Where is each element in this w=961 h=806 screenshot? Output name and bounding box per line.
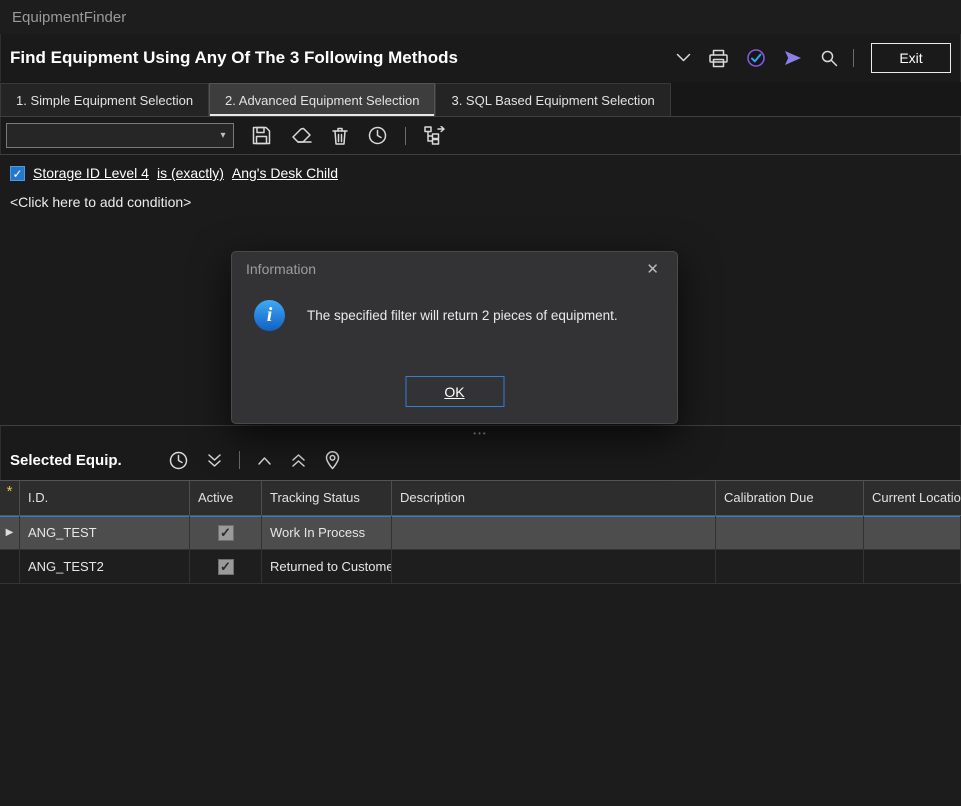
sync-status-icon[interactable] — [744, 46, 768, 70]
grid-body: ▶ ANG_TEST ✓ Work In Process ANG_TEST2 ✓… — [0, 516, 961, 584]
tab-simple-equipment-selection[interactable]: 1. Simple Equipment Selection — [0, 83, 209, 116]
move-all-down-icon[interactable] — [205, 451, 224, 470]
search-icon[interactable] — [818, 47, 840, 69]
cell-id: ANG_TEST — [20, 516, 190, 549]
tab-advanced-equipment-selection[interactable]: 2. Advanced Equipment Selection — [209, 83, 435, 116]
exit-button[interactable]: Exit — [871, 43, 951, 73]
info-icon: i — [254, 300, 285, 331]
send-icon[interactable] — [781, 46, 805, 70]
cell-description — [392, 516, 716, 549]
column-header-description[interactable]: Description — [392, 481, 716, 515]
location-pin-icon[interactable] — [323, 449, 342, 472]
condition-row: ✓ Storage ID Level 4 is (exactly) Ang's … — [10, 165, 951, 181]
cell-tracking-status: Returned to Customer — [262, 550, 392, 583]
dialog-title: Information — [246, 261, 316, 277]
add-condition-link[interactable]: <Click here to add condition> — [10, 194, 951, 210]
condition-operator-link[interactable]: is (exactly) — [157, 165, 224, 181]
dialog-titlebar: Information ✕ — [232, 252, 677, 286]
splitter-dots-icon: ••• — [473, 429, 487, 438]
window-titlebar: EquipmentFinder — [0, 0, 961, 34]
header-icons: Exit — [674, 43, 951, 73]
move-up-icon[interactable] — [255, 453, 274, 468]
print-icon[interactable] — [706, 47, 731, 70]
toolbar-divider — [405, 127, 406, 145]
cell-id: ANG_TEST2 — [20, 550, 190, 583]
splitter-handle[interactable]: ••• — [0, 426, 961, 440]
page-title: Find Equipment Using Any Of The 3 Follow… — [10, 48, 458, 68]
cell-tracking-status: Work In Process — [262, 516, 392, 549]
row-indicator-icon — [0, 550, 20, 583]
selected-equip-toolbar: Selected Equip. — [0, 440, 961, 480]
dialog-body: i The specified filter will return 2 pie… — [232, 286, 677, 331]
column-header-active[interactable]: Active — [190, 481, 262, 515]
history-clock-icon[interactable] — [366, 124, 389, 147]
information-dialog: Information ✕ i The specified filter wil… — [231, 251, 678, 424]
header: Find Equipment Using Any Of The 3 Follow… — [0, 34, 961, 82]
chevron-down-icon[interactable] — [674, 51, 693, 65]
dialog-message: The specified filter will return 2 piece… — [307, 308, 618, 323]
filter-tree-icon[interactable] — [422, 124, 449, 147]
equipment-finder-window: EquipmentFinder Find Equipment Using Any… — [0, 0, 961, 806]
active-checkbox[interactable]: ✓ — [218, 559, 234, 575]
active-checkbox[interactable]: ✓ — [218, 525, 234, 541]
close-icon[interactable]: ✕ — [642, 258, 663, 280]
column-header-calibration-due[interactable]: Calibration Due — [716, 481, 864, 515]
cell-active: ✓ — [190, 516, 262, 549]
row-indicator-icon: ▶ — [0, 516, 20, 549]
condition-field-link[interactable]: Storage ID Level 4 — [33, 165, 149, 181]
grid-empty-area — [0, 584, 961, 806]
equip-history-clock-icon[interactable] — [167, 449, 190, 472]
new-row-indicator-icon: * — [0, 481, 20, 515]
column-header-current-location[interactable]: Current Location — [864, 481, 961, 515]
condition-checkbox[interactable]: ✓ — [10, 166, 25, 181]
column-header-id[interactable]: I.D. — [20, 481, 190, 515]
ok-button[interactable]: OK — [405, 376, 504, 407]
cell-description — [392, 550, 716, 583]
equip-toolbar-divider — [239, 451, 240, 469]
filter-preset-combobox[interactable]: ▾ — [6, 123, 234, 148]
cell-calibration-due — [716, 550, 864, 583]
filter-toolbar: ▾ — [0, 116, 961, 154]
combo-dropdown-icon[interactable]: ▾ — [213, 130, 233, 141]
column-header-tracking-status[interactable]: Tracking Status — [262, 481, 392, 515]
delete-filter-trash-icon[interactable] — [330, 125, 350, 147]
condition-value-link[interactable]: Ang's Desk Child — [232, 165, 338, 181]
move-all-up-icon[interactable] — [289, 451, 308, 470]
window-title: EquipmentFinder — [12, 9, 126, 26]
tab-sql-based-equipment-selection[interactable]: 3. SQL Based Equipment Selection — [435, 83, 670, 116]
cell-active: ✓ — [190, 550, 262, 583]
grid-header: * I.D. Active Tracking Status Descriptio… — [0, 480, 961, 516]
save-filter-icon[interactable] — [250, 124, 273, 147]
table-row[interactable]: ANG_TEST2 ✓ Returned to Customer — [0, 550, 961, 584]
header-divider — [853, 49, 854, 67]
selected-equip-title: Selected Equip. — [10, 452, 122, 469]
cell-calibration-due — [716, 516, 864, 549]
clear-filter-eraser-icon[interactable] — [289, 125, 314, 146]
table-row[interactable]: ▶ ANG_TEST ✓ Work In Process — [0, 516, 961, 550]
cell-current-location — [864, 550, 961, 583]
tab-strip: 1. Simple Equipment Selection 2. Advance… — [0, 82, 961, 116]
cell-current-location — [864, 516, 961, 549]
